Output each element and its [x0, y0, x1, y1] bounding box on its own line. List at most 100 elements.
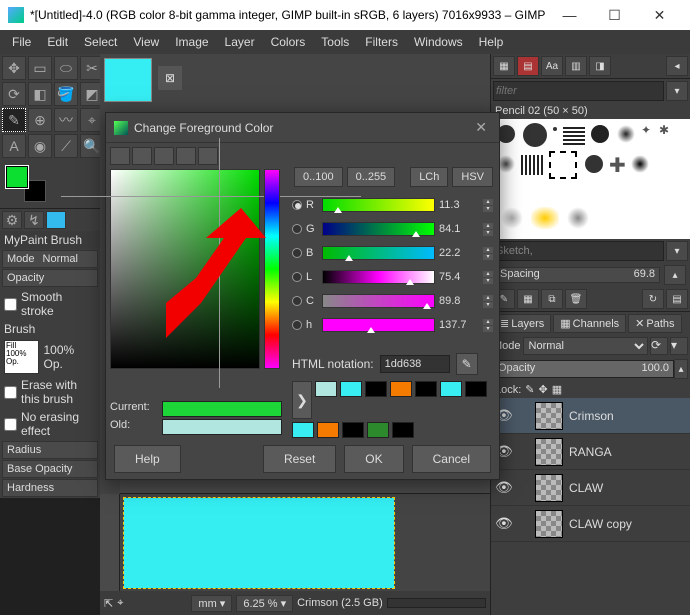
fonts-tab-icon[interactable]: Aa	[541, 56, 563, 76]
layers-tab[interactable]: ≣Layers	[493, 314, 551, 333]
doc-tab-close[interactable]: ⊠	[158, 66, 182, 90]
menu-file[interactable]: File	[4, 33, 39, 51]
brushes-tab-icon[interactable]: ▦	[493, 56, 515, 76]
channel-radio-C[interactable]	[292, 296, 302, 306]
spin-up[interactable]: ▴	[483, 247, 493, 253]
picker-tab-1[interactable]	[110, 147, 130, 165]
layer-item[interactable]: 👁 Crimson	[491, 398, 690, 434]
spin-up[interactable]: ▴	[483, 319, 493, 325]
layer-thumb[interactable]	[535, 402, 563, 430]
layer-mode-btn1[interactable]: ⟳	[650, 337, 668, 355]
brush-refresh-button[interactable]: ↻	[642, 289, 664, 309]
channel-slider-B[interactable]	[322, 246, 435, 260]
doc-tab-1[interactable]	[104, 58, 152, 102]
spin-up[interactable]: ▴	[483, 295, 493, 301]
layer-thumb[interactable]	[535, 510, 563, 538]
swatch-6[interactable]	[465, 381, 487, 397]
hue-strip[interactable]	[264, 169, 280, 369]
spin-down[interactable]: ▾	[483, 254, 493, 260]
tool-measure[interactable]: ⟋	[54, 134, 78, 158]
layer-item[interactable]: 👁 CLAW	[491, 470, 690, 506]
visibility-icon[interactable]: 👁	[495, 479, 511, 496]
visibility-icon[interactable]: 👁	[495, 515, 511, 532]
menu-tools[interactable]: Tools	[313, 33, 357, 51]
layer-name[interactable]: CLAW copy	[569, 517, 632, 531]
tool-rect-select[interactable]: ▭	[28, 56, 52, 80]
color-crosshair[interactable]	[211, 188, 229, 206]
cancel-button[interactable]: Cancel	[412, 445, 491, 473]
channel-slider-R[interactable]	[322, 198, 435, 212]
devices-tab[interactable]: ↯	[24, 211, 44, 229]
menu-select[interactable]: Select	[76, 33, 125, 51]
tool-move[interactable]: ✥	[2, 56, 26, 80]
brush-open-button[interactable]: ▤	[666, 289, 688, 309]
channel-radio-B[interactable]	[292, 248, 302, 258]
spin-down[interactable]: ▾	[483, 206, 493, 212]
channel-slider-h[interactable]	[322, 318, 435, 332]
channel-radio-G[interactable]	[292, 224, 302, 234]
channels-tab[interactable]: ▦Channels	[553, 314, 626, 333]
menu-windows[interactable]: Windows	[406, 33, 471, 51]
smooth-stroke-checkbox[interactable]	[4, 298, 17, 311]
swatch-3[interactable]	[390, 381, 412, 397]
swatch-0[interactable]	[315, 381, 337, 397]
brush-preset-thumb[interactable]: Fill100% Op.	[4, 340, 39, 374]
color-tab[interactable]	[46, 211, 66, 229]
lock-position-icon[interactable]: ✥	[539, 383, 548, 396]
hardness-slider[interactable]: Hardness	[2, 479, 98, 497]
erase-checkbox[interactable]	[4, 386, 17, 399]
layer-item[interactable]: 👁 CLAW copy	[491, 506, 690, 542]
layer-item[interactable]: 👁 RANGA	[491, 434, 690, 470]
spacing-slider[interactable]: Spacing 69.8	[495, 267, 660, 283]
layer-name[interactable]: Crimson	[569, 409, 614, 423]
erase-row[interactable]: Erase with this brush	[0, 376, 100, 408]
brush-new-button[interactable]: ▦	[517, 289, 539, 309]
spin-up[interactable]: ▴	[483, 271, 493, 277]
lock-pixels-icon[interactable]: ✎	[525, 383, 534, 396]
spin-up[interactable]: ▴	[483, 199, 493, 205]
html-notation-input[interactable]	[380, 355, 450, 373]
menu-view[interactable]: View	[125, 33, 167, 51]
picker-tab-2[interactable]	[132, 147, 152, 165]
channel-radio-R[interactable]	[292, 200, 302, 210]
swatch-11[interactable]	[392, 422, 414, 438]
menu-help[interactable]: Help	[471, 33, 512, 51]
tool-color-picker[interactable]: ◉	[28, 134, 52, 158]
unit-dropdown[interactable]: mm ▾	[191, 595, 232, 612]
dialog-close-icon[interactable]: ✕	[471, 119, 491, 136]
tooloptions-tab[interactable]: ⚙	[2, 211, 22, 229]
swatch-add-button[interactable]: ❯	[292, 381, 312, 419]
lock-alpha-icon[interactable]: ▦	[552, 383, 562, 396]
ruler-left[interactable]	[100, 494, 120, 591]
dialog-titlebar[interactable]: Change Foreground Color ✕	[106, 113, 499, 143]
menu-layer[interactable]: Layer	[217, 33, 263, 51]
menu-edit[interactable]: Edit	[39, 33, 76, 51]
range-0-255-button[interactable]: 0..255	[347, 167, 396, 187]
reset-button[interactable]: Reset	[263, 445, 336, 473]
tool-bucket[interactable]: 🪣	[54, 82, 78, 106]
base-opacity-slider[interactable]: Base Opacity	[2, 460, 98, 478]
picker-tab-3[interactable]	[154, 147, 174, 165]
brush-grid[interactable]: ✦ ✱ ✚	[491, 119, 690, 239]
channel-slider-G[interactable]	[322, 222, 435, 236]
help-button[interactable]: Help	[114, 445, 181, 473]
tool-warp[interactable]: ◧	[28, 82, 52, 106]
tool-text[interactable]: A	[2, 134, 26, 158]
swatch-2[interactable]	[365, 381, 387, 397]
menu-filters[interactable]: Filters	[357, 33, 406, 51]
fg-color-swatch[interactable]	[6, 166, 28, 188]
model-lch-button[interactable]: LCh	[410, 167, 448, 187]
brush-filter-input[interactable]	[493, 81, 664, 101]
spin-down[interactable]: ▾	[483, 326, 493, 332]
menu-image[interactable]: Image	[167, 33, 216, 51]
spacing-spin-up[interactable]: ▴	[664, 265, 686, 285]
swatch-4[interactable]	[415, 381, 437, 397]
layer-opacity-row[interactable]: Opacity 100.0 ▴	[491, 357, 690, 381]
swatch-8[interactable]	[317, 422, 339, 438]
layer-name[interactable]: CLAW	[569, 481, 603, 495]
opacity-slider[interactable]: Opacity	[2, 269, 98, 287]
layer-opacity-spin[interactable]: ▴	[674, 359, 688, 379]
color-field[interactable]	[110, 169, 260, 369]
old-color-box[interactable]	[162, 419, 282, 435]
swatch-10[interactable]	[367, 422, 389, 438]
